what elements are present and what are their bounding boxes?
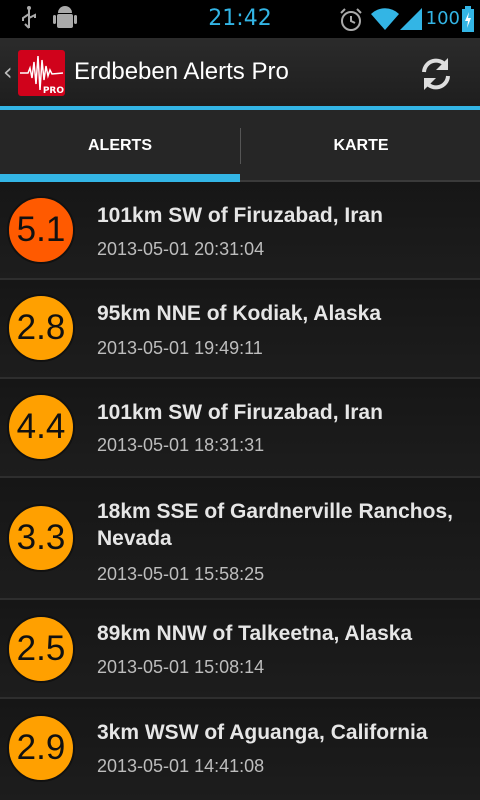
wifi-icon — [371, 8, 399, 31]
tab-bar: ALERTS KARTE — [0, 110, 480, 182]
tab-karte[interactable]: KARTE — [241, 110, 480, 182]
alert-location: 89km NNW of Talkeetna, Alaska — [97, 622, 413, 645]
list-item[interactable]: 4.4 101km SW of Firuzabad, Iran 2013-05-… — [0, 379, 480, 478]
alert-location: 101km SW of Firuzabad, Iran — [97, 401, 383, 424]
alert-timestamp: 2013-05-01 20:31:04 — [97, 239, 265, 259]
tab-selected-indicator — [0, 174, 240, 182]
signal-icon — [400, 8, 422, 30]
alerts-list[interactable]: 5.1 101km SW of Firuzabad, Iran 2013-05-… — [0, 182, 480, 800]
alert-timestamp: 2013-05-01 14:41:08 — [97, 756, 265, 776]
magnitude-badge: 2.5 — [7, 615, 75, 683]
up-caret-icon[interactable]: ‹ — [3, 58, 13, 86]
alarm-icon — [340, 8, 362, 31]
alert-timestamp: 2013-05-01 15:58:25 — [97, 564, 265, 584]
list-item[interactable]: 3.3 18km SSE of Gardnerville Ranchos, Ne… — [0, 478, 480, 600]
alert-timestamp: 2013-05-01 19:49:11 — [97, 338, 263, 358]
app-title: Erdbeben Alerts Pro — [74, 58, 289, 85]
magnitude-badge: 2.9 — [7, 714, 75, 782]
logo-badge: PRO — [42, 86, 64, 96]
list-item[interactable]: 5.1 101km SW of Firuzabad, Iran 2013-05-… — [0, 182, 480, 280]
app-logo[interactable]: PRO — [18, 50, 65, 96]
magnitude-badge: 3.3 — [7, 504, 75, 572]
tab-alerts[interactable]: ALERTS — [0, 110, 240, 182]
alert-timestamp: 2013-05-01 18:31:31 — [97, 435, 265, 455]
magnitude-badge: 2.8 — [7, 294, 75, 362]
list-item[interactable]: 2.9 3km WSW of Aguanga, California 2013-… — [0, 699, 480, 800]
refresh-icon — [422, 58, 450, 90]
action-bar: ‹ PRO Erdbeben Alerts Pro — [0, 38, 480, 106]
magnitude-badge: 4.4 — [7, 393, 75, 461]
magnitude-badge: 5.1 — [7, 196, 75, 264]
status-bar: 21:42 100 — [0, 0, 480, 38]
list-item[interactable]: 2.8 95km NNE of Kodiak, Alaska 2013-05-0… — [0, 280, 480, 379]
alert-timestamp: 2013-05-01 15:08:14 — [97, 657, 265, 677]
refresh-button[interactable] — [410, 52, 462, 96]
battery-charging-icon — [462, 6, 474, 32]
alert-location: 101km SW of Firuzabad, Iran — [97, 204, 383, 227]
battery-level: 100 — [425, 8, 460, 29]
alert-location: 95km NNE of Kodiak, Alaska — [97, 302, 381, 325]
alert-location: 18km SSE of Gardnerville Ranchos, Nevada — [97, 500, 453, 550]
list-item[interactable]: 2.5 89km NNW of Talkeetna, Alaska 2013-0… — [0, 600, 480, 699]
alert-location: 3km WSW of Aguanga, California — [97, 721, 428, 744]
